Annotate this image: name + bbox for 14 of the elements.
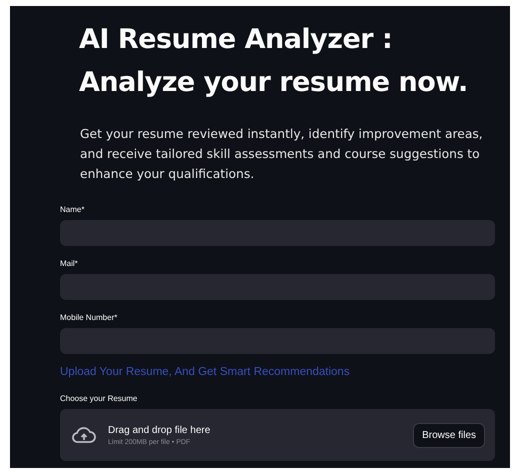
description: Get your resume reviewed instantly, identify improvement areas, and receive tailored skill assessments and course suggestions to enhance your qualifications.: [80, 126, 484, 183]
dropzone-instruction: Drag and drop file here: [108, 424, 210, 436]
page-title: AI Resume Analyzer :: [79, 23, 392, 57]
section-heading: Upload Your Resume, And Get Smart Recommendations: [60, 366, 350, 378]
field-label: Choose your Resume: [60, 394, 138, 403]
browse-files-button[interactable]: Browse files: [413, 422, 485, 448]
field-label: Name*: [60, 205, 84, 214]
field-label: Mail*: [60, 259, 78, 268]
input-field[interactable]: [60, 220, 495, 246]
upload-cloud-icon: [72, 426, 96, 444]
field-label: Mobile Number*: [60, 313, 118, 322]
input-field[interactable]: [60, 328, 495, 354]
input-field[interactable]: [60, 274, 495, 300]
page-title: Analyze your resume now.: [79, 66, 468, 100]
